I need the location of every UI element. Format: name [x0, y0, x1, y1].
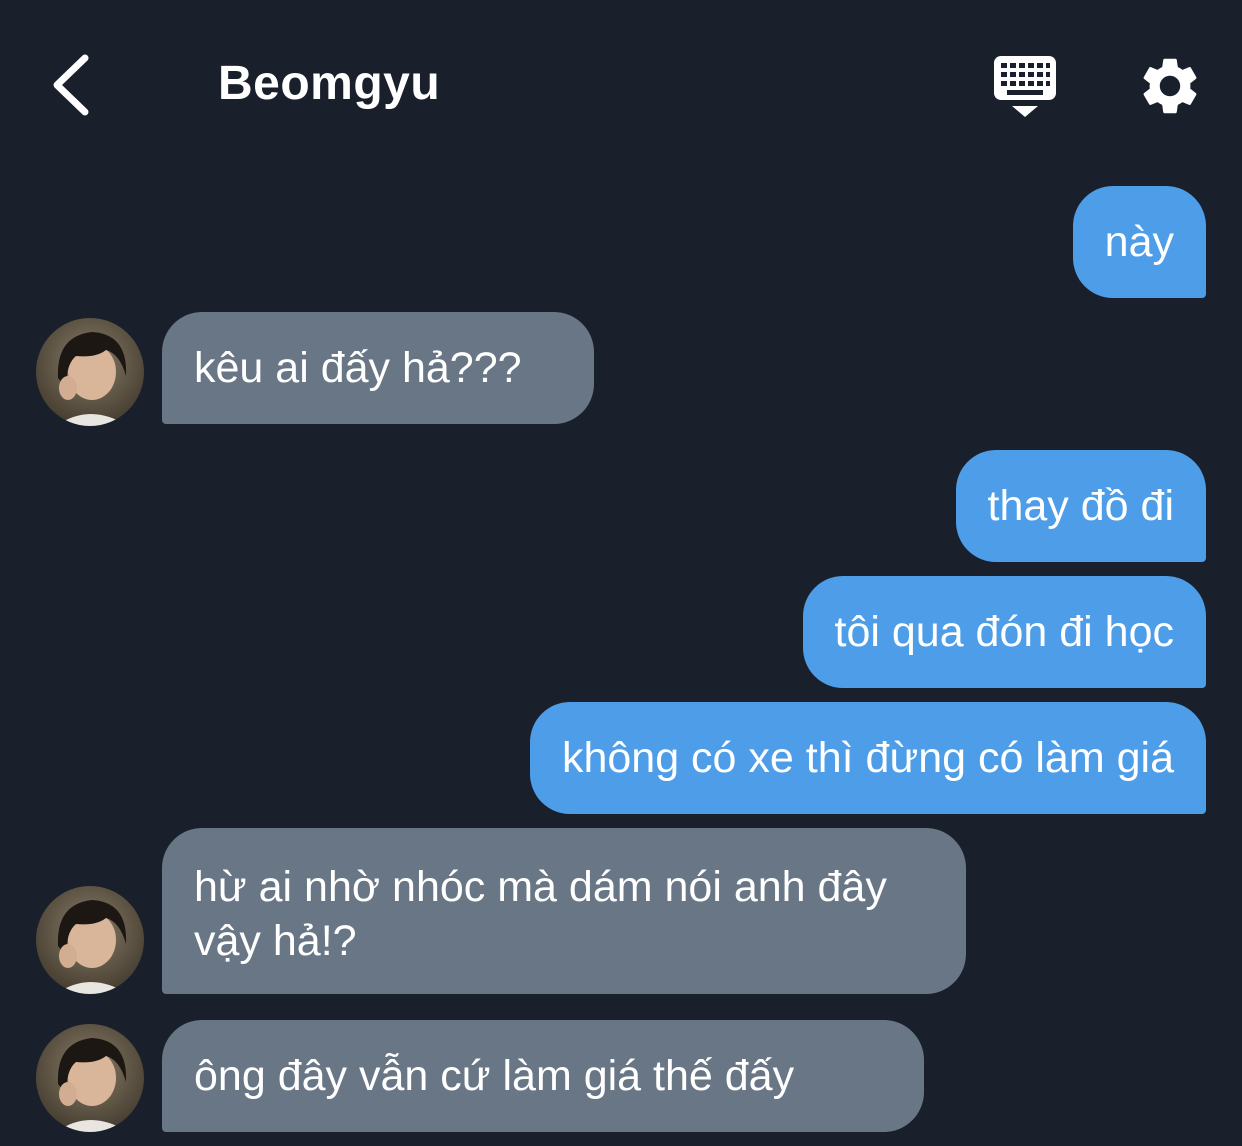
message-text: hừ ai nhờ nhóc mà dám nói anh đây vậy hả… — [194, 863, 887, 965]
gear-icon — [1143, 58, 1197, 114]
message-bubble-outgoing[interactable]: tôi qua đón đi học — [802, 576, 1206, 688]
message-text: tôi qua đón đi học — [834, 608, 1175, 656]
chevron-left-icon — [53, 54, 89, 116]
message-bubble-outgoing[interactable]: này — [1072, 186, 1206, 298]
message-bubble-outgoing[interactable]: không có xe thì đừng có làm giá — [529, 702, 1206, 814]
message-bubble-incoming[interactable]: kêu ai đấy hả??? — [162, 312, 594, 424]
message-text: này — [1104, 218, 1174, 266]
message-bubble-incoming[interactable]: ông đây vẫn cứ làm giá thế đấy — [162, 1020, 924, 1132]
avatar-photo — [36, 318, 144, 426]
chat-title: Beomgyu — [218, 57, 441, 110]
avatar[interactable] — [36, 318, 144, 426]
message-text: thay đồ đi — [987, 482, 1174, 530]
avatar-photo — [36, 886, 144, 994]
message-bubble-incoming[interactable]: hừ ai nhờ nhóc mà dám nói anh đây vậy hả… — [162, 828, 966, 994]
message-text: kêu ai đấy hả??? — [194, 344, 522, 392]
message-text: không có xe thì đừng có làm giá — [561, 734, 1174, 782]
keyboard-toggle-button[interactable] — [990, 50, 1062, 122]
message-text: ông đây vẫn cứ làm giá thế đấy — [194, 1052, 795, 1100]
message-bubble-outgoing[interactable]: thay đồ đi — [955, 450, 1206, 562]
avatar-photo — [36, 1024, 144, 1132]
keyboard-hide-icon — [994, 56, 1056, 117]
back-button[interactable] — [30, 40, 110, 130]
avatar[interactable] — [36, 1024, 144, 1132]
chat-screen: Beomgyu này kêu ai đấy hả??? thay đồ đi … — [0, 0, 1242, 1146]
settings-button[interactable] — [1136, 52, 1204, 120]
chat-header: Beomgyu — [0, 0, 1242, 170]
avatar[interactable] — [36, 886, 144, 994]
